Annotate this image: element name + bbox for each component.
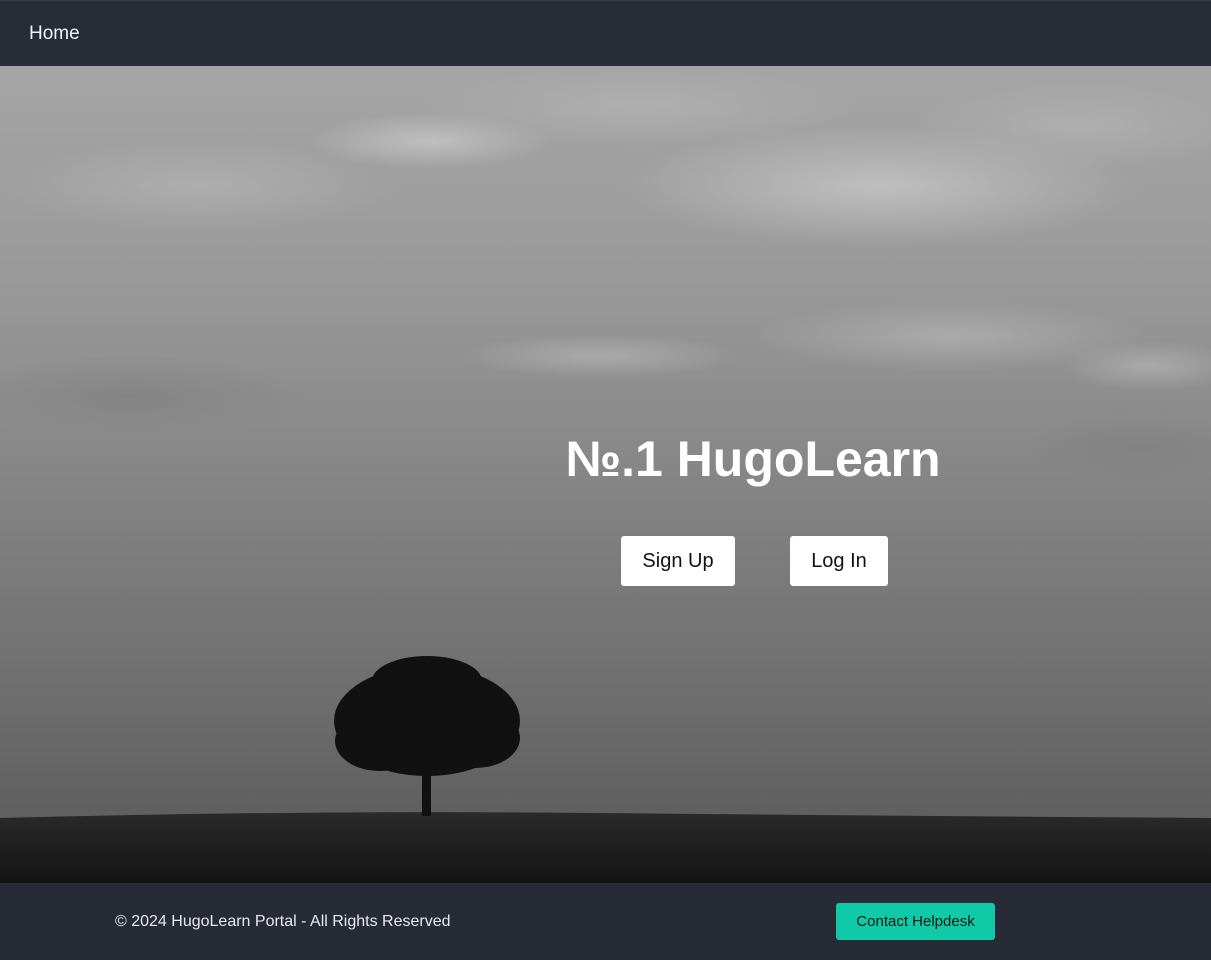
nav-home-link[interactable]: Home	[29, 23, 80, 45]
footer: © 2024 HugoLearn Portal - All Rights Res…	[0, 883, 1211, 960]
footer-copyright: © 2024 HugoLearn Portal - All Rights Res…	[115, 913, 451, 930]
contact-helpdesk-button[interactable]: Contact Helpdesk	[836, 903, 995, 940]
page: Home №.1 HugoLearn Sign Up Log In © 2024…	[0, 0, 1211, 960]
sign-up-button[interactable]: Sign Up	[621, 536, 735, 586]
top-navbar: Home	[0, 0, 1211, 66]
log-in-button[interactable]: Log In	[790, 536, 888, 586]
hero-title: №.1 HugoLearn	[565, 431, 941, 487]
tree-silhouette	[334, 656, 520, 816]
hero-section: №.1 HugoLearn Sign Up Log In	[0, 66, 1211, 883]
